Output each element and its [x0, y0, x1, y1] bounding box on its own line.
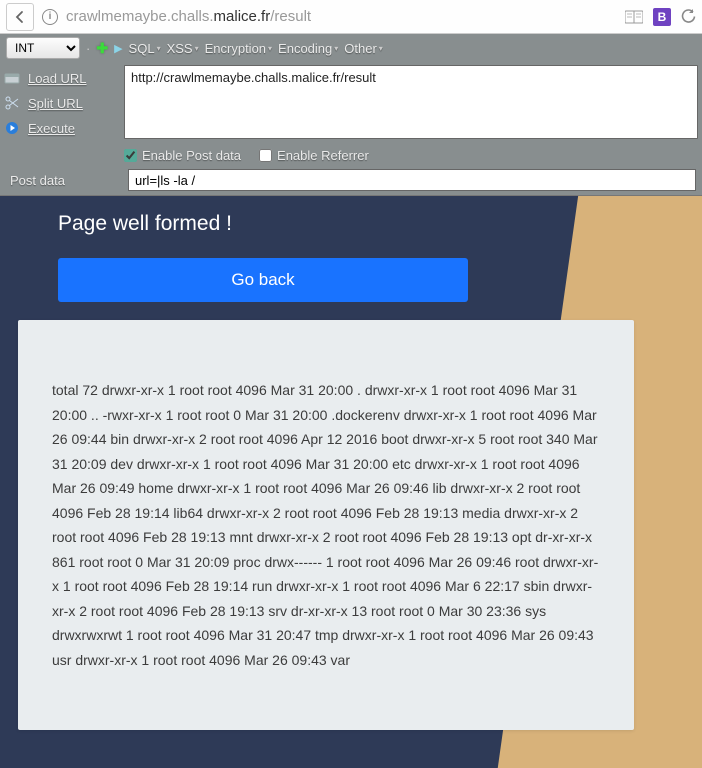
play-icon [4, 121, 20, 135]
page-title: Page well formed ! [58, 212, 654, 236]
hackbar-url-input[interactable]: http://crawlmemaybe.challs.malice.fr/res… [124, 65, 698, 139]
split-url-label: Split URL [28, 96, 83, 111]
go-back-button[interactable]: Go back [58, 258, 468, 302]
site-info-icon[interactable]: i [42, 9, 58, 25]
execute-button[interactable]: Execute [4, 117, 118, 139]
enable-post-checkbox[interactable]: Enable Post data [124, 148, 241, 163]
menu-xss[interactable]: XSS▾ [167, 41, 199, 56]
enable-referrer-input[interactable] [259, 149, 272, 162]
post-data-label: Post data [10, 173, 118, 188]
add-icon[interactable]: ✚ [96, 40, 108, 57]
reload-icon[interactable] [681, 9, 696, 24]
menu-sql[interactable]: SQL▾ [129, 41, 161, 56]
load-url-icon [4, 71, 20, 85]
menu-encryption[interactable]: Encryption▾ [205, 41, 272, 56]
enable-post-input[interactable] [124, 149, 137, 162]
hackbar-side-actions: Load URL Split URL Execute [4, 65, 118, 139]
command-output: total 72 drwxr-xr-x 1 root root 4096 Mar… [52, 378, 600, 672]
execute-label: Execute [28, 121, 75, 136]
reader-mode-icon[interactable] [625, 10, 643, 24]
load-url-label: Load URL [28, 71, 87, 86]
browser-url-bar: i crawlmemaybe.challs.malice.fr/result B [0, 0, 702, 34]
enable-referrer-label: Enable Referrer [277, 148, 369, 163]
back-arrow-icon [13, 10, 27, 24]
separator-icon: · [86, 41, 90, 56]
menu-other[interactable]: Other▾ [344, 41, 383, 56]
post-data-input[interactable] [128, 169, 696, 191]
split-url-button[interactable]: Split URL [4, 92, 118, 114]
hackbar-menubar: INT · ✚ ▶ SQL▾ XSS▾ Encryption▾ Encoding… [0, 34, 702, 62]
load-url-button[interactable]: Load URL [4, 67, 118, 89]
back-button[interactable] [6, 3, 34, 31]
enable-post-label: Enable Post data [142, 148, 241, 163]
bootstrap-icon[interactable]: B [653, 8, 671, 26]
enable-referrer-checkbox[interactable]: Enable Referrer [259, 148, 369, 163]
type-select[interactable]: INT [6, 37, 80, 59]
url-display[interactable]: crawlmemaybe.challs.malice.fr/result [66, 8, 617, 25]
page-viewport: Page well formed ! Go back total 72 drwx… [0, 196, 702, 768]
output-card: total 72 drwxr-xr-x 1 root root 4096 Mar… [18, 320, 634, 730]
send-icon[interactable]: ▶ [114, 42, 122, 55]
menu-encoding[interactable]: Encoding▾ [278, 41, 338, 56]
hackbar-panel: INT · ✚ ▶ SQL▾ XSS▾ Encryption▾ Encoding… [0, 34, 702, 196]
scissors-icon [4, 96, 20, 110]
